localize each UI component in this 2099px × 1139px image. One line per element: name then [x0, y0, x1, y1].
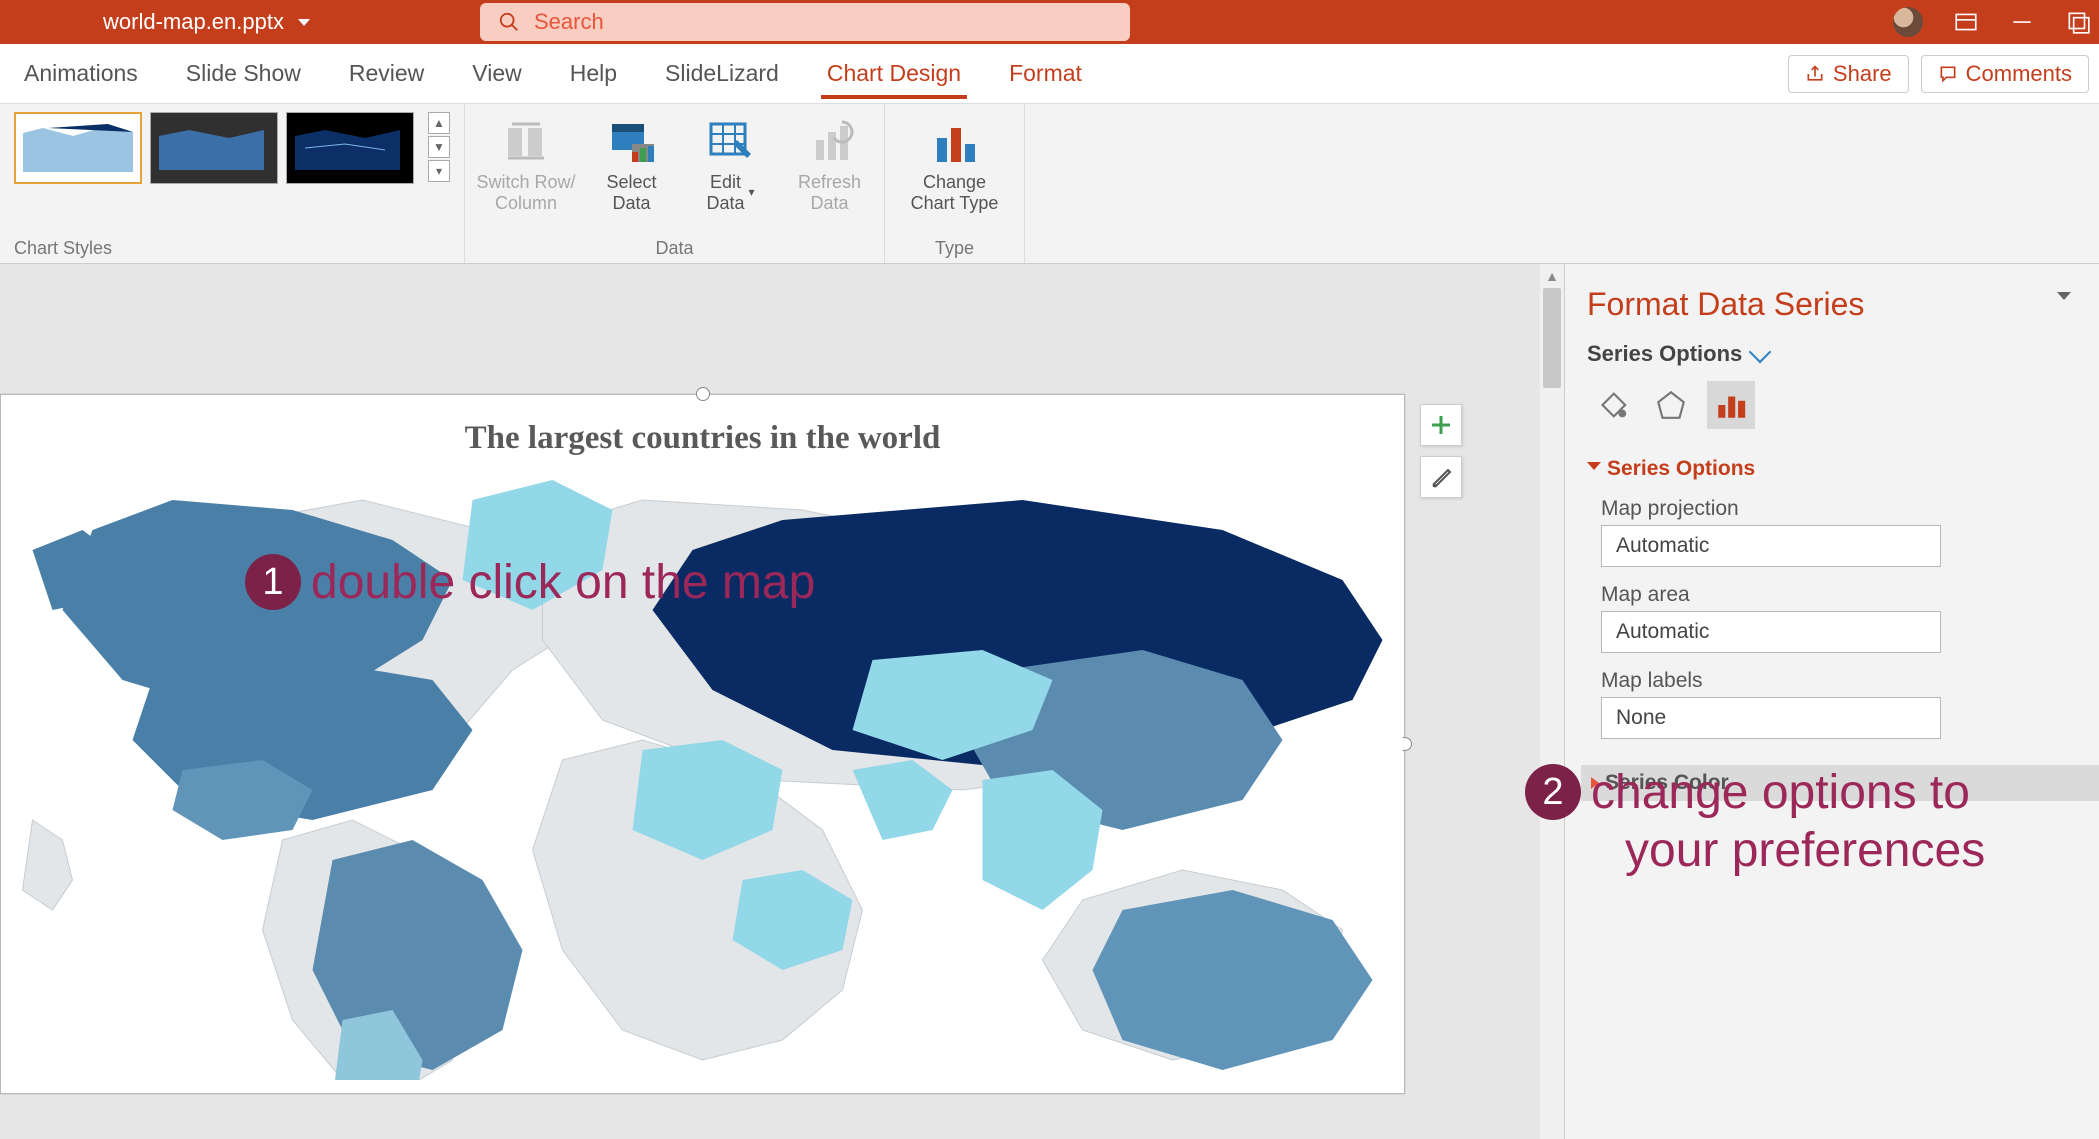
- plus-icon: [1429, 413, 1453, 437]
- map-projection-label: Map projection: [1601, 497, 2099, 521]
- chart-elements-button[interactable]: [1420, 404, 1462, 446]
- tab-review[interactable]: Review: [325, 44, 448, 103]
- chart-styles-button[interactable]: [1420, 456, 1462, 498]
- effects-tab[interactable]: [1647, 381, 1695, 429]
- paint-bucket-icon: [1594, 388, 1628, 422]
- vertical-scrollbar[interactable]: ▲: [1540, 264, 1564, 1139]
- map-projection-select[interactable]: Automatic: [1601, 525, 1941, 567]
- map-labels-select[interactable]: None: [1601, 697, 1941, 739]
- chart-style-spinner[interactable]: ▲▼▾: [428, 112, 450, 182]
- search-placeholder: Search: [534, 9, 604, 35]
- series-options-tab[interactable]: [1707, 381, 1755, 429]
- refresh-data: Refresh Data: [789, 118, 870, 213]
- pane-title: Format Data Series: [1587, 286, 2099, 323]
- search-icon: [498, 11, 520, 33]
- chart-object[interactable]: The largest countries in the world: [0, 394, 1405, 1094]
- switch-row-column: Switch Row/ Column: [479, 118, 573, 213]
- tab-slideshow[interactable]: Slide Show: [162, 44, 325, 103]
- comments-button[interactable]: Comments: [1921, 55, 2089, 93]
- map-area-select[interactable]: Automatic: [1601, 611, 1941, 653]
- document-filename[interactable]: world-map.en.pptx: [103, 9, 310, 35]
- scroll-thumb[interactable]: [1543, 288, 1561, 388]
- share-button[interactable]: Share: [1788, 55, 1909, 93]
- pane-collapse-icon[interactable]: [2057, 292, 2071, 300]
- switch-rc-icon: [502, 118, 550, 166]
- user-avatar[interactable]: [1893, 7, 1923, 37]
- change-chart-type[interactable]: Change Chart Type: [899, 118, 1010, 213]
- selection-handle-top[interactable]: [696, 387, 710, 401]
- edit-data[interactable]: Edit Data▾: [690, 118, 771, 213]
- map-labels-label: Map labels: [1601, 669, 2099, 693]
- select-data-icon: [608, 118, 656, 166]
- world-map-chart[interactable]: [1, 460, 1404, 1080]
- comments-label: Comments: [1966, 61, 2072, 87]
- series-options-header[interactable]: Series Options: [1587, 457, 2099, 481]
- pentagon-icon: [1654, 388, 1688, 422]
- select-data[interactable]: Select Data: [591, 118, 672, 213]
- tab-view[interactable]: View: [448, 44, 545, 103]
- maximize-icon[interactable]: [2065, 9, 2091, 35]
- refresh-data-icon: [806, 118, 854, 166]
- share-icon: [1805, 64, 1825, 84]
- chart-style-2[interactable]: [150, 112, 278, 184]
- chart-title[interactable]: The largest countries in the world: [1, 420, 1404, 457]
- fill-line-tab[interactable]: [1587, 381, 1635, 429]
- scroll-up-icon[interactable]: ▲: [1540, 264, 1564, 288]
- annotation-2: 2 change options to your preferences: [1525, 764, 1985, 879]
- share-label: Share: [1833, 61, 1892, 87]
- tab-animations[interactable]: Animations: [0, 44, 162, 103]
- series-options-dropdown[interactable]: Series Options: [1587, 341, 2099, 367]
- chart-style-1[interactable]: [14, 112, 142, 184]
- map-area-label: Map area: [1601, 583, 2099, 607]
- tab-help[interactable]: Help: [546, 44, 641, 103]
- bar-chart-icon: [1714, 388, 1748, 422]
- annotation-badge-2: 2: [1525, 764, 1581, 820]
- comments-icon: [1938, 64, 1958, 84]
- brush-icon: [1429, 465, 1453, 489]
- format-data-series-pane: Format Data Series Series Options Series…: [1564, 264, 2099, 1139]
- tab-slidelizard[interactable]: SlideLizard: [641, 44, 803, 103]
- change-type-icon: [931, 118, 979, 166]
- minimize-icon[interactable]: [2009, 9, 2035, 35]
- ribbon-display-icon[interactable]: [1953, 9, 1979, 35]
- search-box[interactable]: Search: [480, 3, 1130, 41]
- group-data: Data: [479, 238, 870, 259]
- group-type: Type: [899, 238, 1010, 259]
- edit-data-icon: [707, 118, 755, 166]
- annotation-badge-1: 1: [245, 554, 301, 610]
- chart-style-3[interactable]: [286, 112, 414, 184]
- group-chart-styles: Chart Styles: [14, 238, 450, 259]
- tab-chart-design[interactable]: Chart Design: [803, 44, 985, 103]
- annotation-1: 1 double click on the map: [245, 554, 815, 610]
- tab-format[interactable]: Format: [985, 44, 1106, 103]
